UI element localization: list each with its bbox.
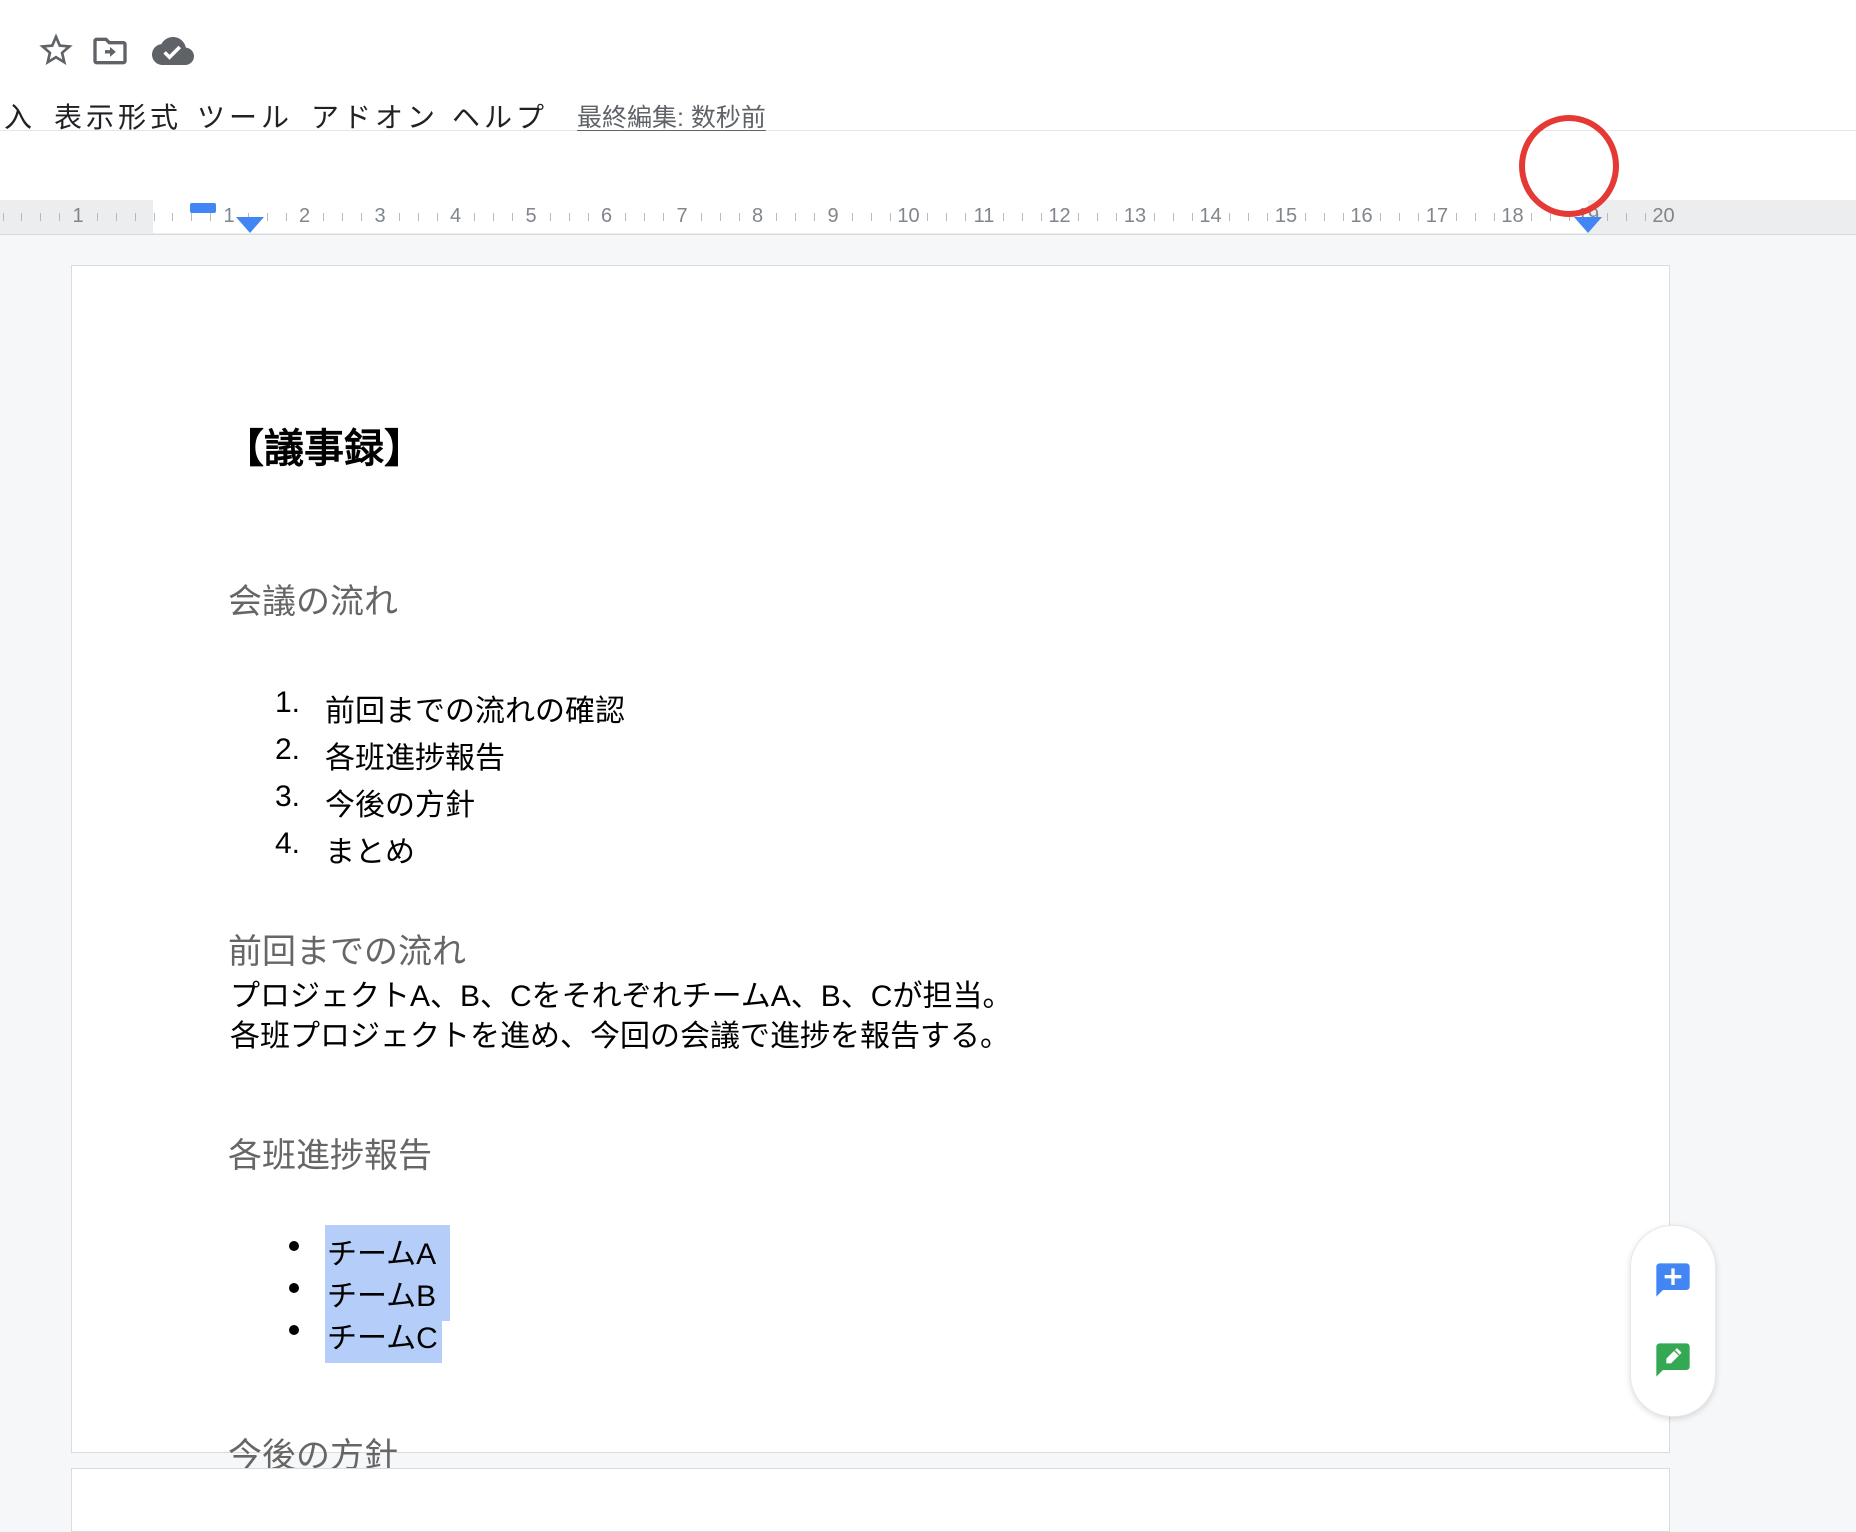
annotation-red-circle bbox=[1519, 115, 1619, 217]
list-marker: 3. bbox=[275, 780, 307, 814]
paragraph: プロジェクトA、B、CをそれぞれチームA、B、Cが担当。 bbox=[230, 971, 1012, 1015]
list-text: まとめ bbox=[325, 827, 415, 871]
document-canvas: 【議事録】 会議の流れ 1. 前回までの流れの確認 2. 各班進捗報告 3. 今… bbox=[0, 235, 1856, 1532]
list-text: 前回までの流れの確認 bbox=[325, 686, 625, 730]
selected-text: チームC bbox=[325, 1309, 442, 1363]
heading-previous-flow: 前回までの流れ bbox=[228, 924, 466, 973]
menu-help[interactable]: ヘルプ bbox=[452, 96, 548, 136]
list-marker: 4. bbox=[275, 827, 307, 861]
menu-addons[interactable]: アドオン bbox=[311, 96, 439, 136]
star-icon[interactable] bbox=[36, 30, 76, 70]
document-page-2[interactable] bbox=[71, 1468, 1670, 1532]
heading-progress-report: 各班進捗報告 bbox=[228, 1128, 432, 1177]
suggest-edits-float-button[interactable] bbox=[1649, 1336, 1697, 1384]
list-marker: 1. bbox=[275, 686, 307, 720]
google-docs-app: { "topbar": { "menus": ["入", "表示形式", "ツー… bbox=[0, 0, 1856, 1532]
right-indent-marker[interactable] bbox=[1574, 217, 1602, 233]
bullet-dot-icon bbox=[289, 1241, 299, 1251]
list-text: 各班進捗報告 bbox=[325, 733, 505, 777]
list-marker: 2. bbox=[275, 733, 307, 767]
topbar: 入 表示形式 ツール アドオン ヘルプ 最終編集: 数秒前 bbox=[0, 0, 1856, 131]
last-edit-link[interactable]: 最終編集: 数秒前 bbox=[577, 98, 766, 134]
bullet-dot-icon bbox=[289, 1283, 299, 1293]
heading-meeting-flow: 会議の流れ bbox=[228, 574, 398, 623]
move-folder-icon[interactable] bbox=[90, 31, 130, 71]
add-comment-float-button[interactable] bbox=[1649, 1256, 1697, 1304]
list-text: 今後の方針 bbox=[325, 780, 475, 824]
bullet-dot-icon bbox=[289, 1325, 299, 1335]
menu-format[interactable]: 表示形式 bbox=[54, 96, 182, 136]
left-indent-marker[interactable] bbox=[236, 217, 264, 233]
paragraph: 各班プロジェクトを進め、今回の会議で進捗を報告する。 bbox=[230, 1011, 1010, 1055]
first-line-indent-marker[interactable] bbox=[190, 203, 216, 213]
cloud-saved-icon[interactable] bbox=[152, 30, 194, 72]
document-page-1[interactable]: 【議事録】 会議の流れ 1. 前回までの流れの確認 2. 各班進捗報告 3. 今… bbox=[71, 265, 1670, 1453]
doc-title: 【議事録】 bbox=[224, 416, 424, 474]
menu-tools[interactable]: ツール bbox=[197, 96, 293, 136]
menu-insert-cutoff[interactable]: 入 bbox=[4, 96, 36, 136]
selection-action-pill bbox=[1630, 1225, 1716, 1417]
